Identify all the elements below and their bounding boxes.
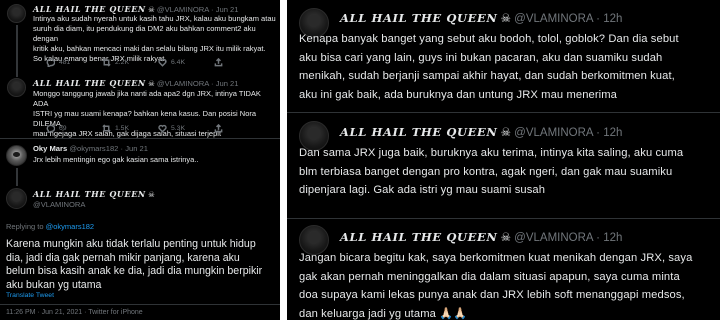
thread-tweet[interactable]: ALL HAIL THE QUEEN ☠ @VLAMINORA · Jun 21… [0, 0, 280, 77]
user-handle[interactable]: @VLAMINORA [157, 79, 209, 88]
divider [0, 138, 280, 139]
display-name[interactable]: ALL HAIL THE QUEEN [340, 125, 497, 139]
separator-dot: · [211, 79, 214, 88]
retweet-button[interactable]: 2.2K [102, 58, 158, 67]
separator-dot: · [596, 127, 600, 139]
replying-to: Replying to @okymars182 [6, 222, 94, 231]
user-handle[interactable]: @VLAMINORA [514, 127, 593, 139]
display-name[interactable]: ALL HAIL THE QUEEN [33, 189, 146, 199]
reply-count: 481 [59, 59, 71, 66]
reply-button[interactable]: 481 [46, 58, 102, 67]
tweet-header: ALL HAIL THE QUEEN ☠ @VLAMINORA · Jun 21 [33, 4, 239, 14]
display-name[interactable]: ALL HAIL THE QUEEN [340, 11, 497, 25]
like-icon [158, 124, 167, 133]
display-name[interactable]: ALL HAIL THE QUEEN [33, 78, 146, 88]
like-count: 5.3K [171, 125, 185, 132]
tweet-time[interactable]: Jun 21 [216, 5, 239, 14]
thread-connector [15, 25, 18, 77]
skull-icon: ☠ [500, 13, 511, 25]
tweet-header: ALL HAIL THE QUEEN ☠ @VLAMINORA · 12h [340, 230, 622, 244]
tweet-actions: 481 2.2K 6.4K [46, 58, 270, 67]
tweet-timestamp[interactable]: 11:26 PM · Jun 21, 2021 · Twitter for iP… [6, 309, 143, 316]
tweet-text: Karena mungkin aku tidak terlalu penting… [6, 238, 263, 291]
tweet-text: Jangan bicara begitu kak, saya berkomitm… [299, 252, 693, 320]
reply-icon [46, 124, 55, 133]
skull-icon: ☠ [500, 127, 511, 139]
mention-link[interactable]: @okymars182 [46, 222, 94, 231]
retweet-count: 2.2K [115, 59, 129, 66]
tweet-time[interactable]: 12h [603, 13, 622, 25]
user-handle[interactable]: @VLAMINORA [33, 200, 85, 209]
thread-tweet[interactable]: ALL HAIL THE QUEEN ☠ @VLAMINORA · Jun 21… [0, 75, 280, 138]
avatar[interactable] [7, 78, 26, 97]
like-button[interactable]: 6.4K [158, 58, 214, 67]
skull-icon: ☠ [147, 79, 155, 88]
divider [287, 218, 720, 219]
thread-tweet[interactable]: ALL HAIL THE QUEEN ☠ @VLAMINORA · 12h Da… [287, 118, 720, 208]
retweet-icon [102, 58, 111, 67]
share-button[interactable] [214, 58, 270, 67]
separator-dot: · [596, 232, 600, 244]
avatar[interactable] [7, 4, 26, 23]
divider [0, 304, 280, 305]
thread-tweet[interactable]: ALL HAIL THE QUEEN ☠ @VLAMINORA · 12h Ja… [287, 222, 720, 320]
like-count: 6.4K [171, 59, 185, 66]
translate-link[interactable]: Translate Tweet [6, 292, 54, 299]
thread-connector [15, 168, 18, 186]
like-icon [158, 58, 167, 67]
tweet-text: Intinya aku sudah nyerah untuk kasih tah… [33, 14, 276, 63]
focused-tweet[interactable]: ALL HAIL THE QUEEN ☠ @VLAMINORA Replying… [0, 186, 280, 320]
share-icon [214, 124, 223, 133]
divider [287, 112, 720, 113]
user-handle[interactable]: @VLAMINORA [157, 5, 209, 14]
retweet-count: 1.5K [115, 125, 129, 132]
tweet-text: Dan sama JRX juga baik, buruknya aku ter… [299, 147, 684, 196]
tweet-header: Oky Mars @okymars182 · Jun 21 [33, 144, 148, 153]
display-name[interactable]: ALL HAIL THE QUEEN [340, 230, 497, 244]
separator-dot: · [120, 144, 124, 153]
share-button[interactable] [214, 124, 270, 133]
tweet-time[interactable]: Jun 21 [125, 144, 148, 153]
skull-icon: ☠ [500, 232, 511, 244]
like-button[interactable]: 5.3K [158, 124, 214, 133]
left-screenshot-panel: ALL HAIL THE QUEEN ☠ @VLAMINORA · Jun 21… [0, 0, 280, 320]
thread-tweet[interactable]: Oky Mars @okymars182 · Jun 21 Jrx lebih … [0, 140, 280, 186]
user-handle[interactable]: @VLAMINORA [514, 232, 593, 244]
right-screenshot-panel: ALL HAIL THE QUEEN ☠ @VLAMINORA · 12h Ke… [287, 0, 720, 320]
tweet-text: Kenapa banyak banget yang sebut aku bodo… [299, 33, 679, 101]
avatar[interactable] [6, 188, 27, 209]
reply-button[interactable]: 69 [46, 124, 102, 133]
thread-tweet[interactable]: ALL HAIL THE QUEEN ☠ @VLAMINORA · 12h Ke… [287, 0, 720, 110]
tweet-header: ALL HAIL THE QUEEN ☠ @VLAMINORA · Jun 21 [33, 78, 239, 88]
tweet-time[interactable]: Jun 21 [216, 79, 239, 88]
tweet-actions: 69 1.5K 5.3K [46, 124, 270, 133]
skull-icon: ☠ [147, 190, 155, 199]
share-icon [214, 58, 223, 67]
reply-count: 69 [59, 125, 67, 132]
tweet-header: ALL HAIL THE QUEEN ☠ [33, 189, 155, 199]
skull-icon: ☠ [147, 5, 155, 14]
reply-icon [46, 58, 55, 67]
tweet-time[interactable]: 12h [603, 127, 622, 139]
separator-dot: · [211, 5, 214, 14]
replying-to-label: Replying to [6, 222, 44, 231]
display-name[interactable]: Oky Mars [33, 144, 67, 153]
retweet-icon [102, 124, 111, 133]
tweet-text: Jrx lebih mentingin ego gak kasian sama … [33, 155, 199, 164]
retweet-button[interactable]: 1.5K [102, 124, 158, 133]
user-handle[interactable]: @VLAMINORA [514, 13, 593, 25]
tweet-header: ALL HAIL THE QUEEN ☠ @VLAMINORA · 12h [340, 125, 622, 139]
user-handle[interactable]: @okymars182 [69, 144, 118, 153]
avatar[interactable] [6, 145, 27, 166]
display-name[interactable]: ALL HAIL THE QUEEN [33, 4, 146, 14]
tweet-time[interactable]: 12h [603, 232, 622, 244]
separator-dot: · [596, 13, 600, 25]
tweet-header: ALL HAIL THE QUEEN ☠ @VLAMINORA · 12h [340, 11, 622, 25]
